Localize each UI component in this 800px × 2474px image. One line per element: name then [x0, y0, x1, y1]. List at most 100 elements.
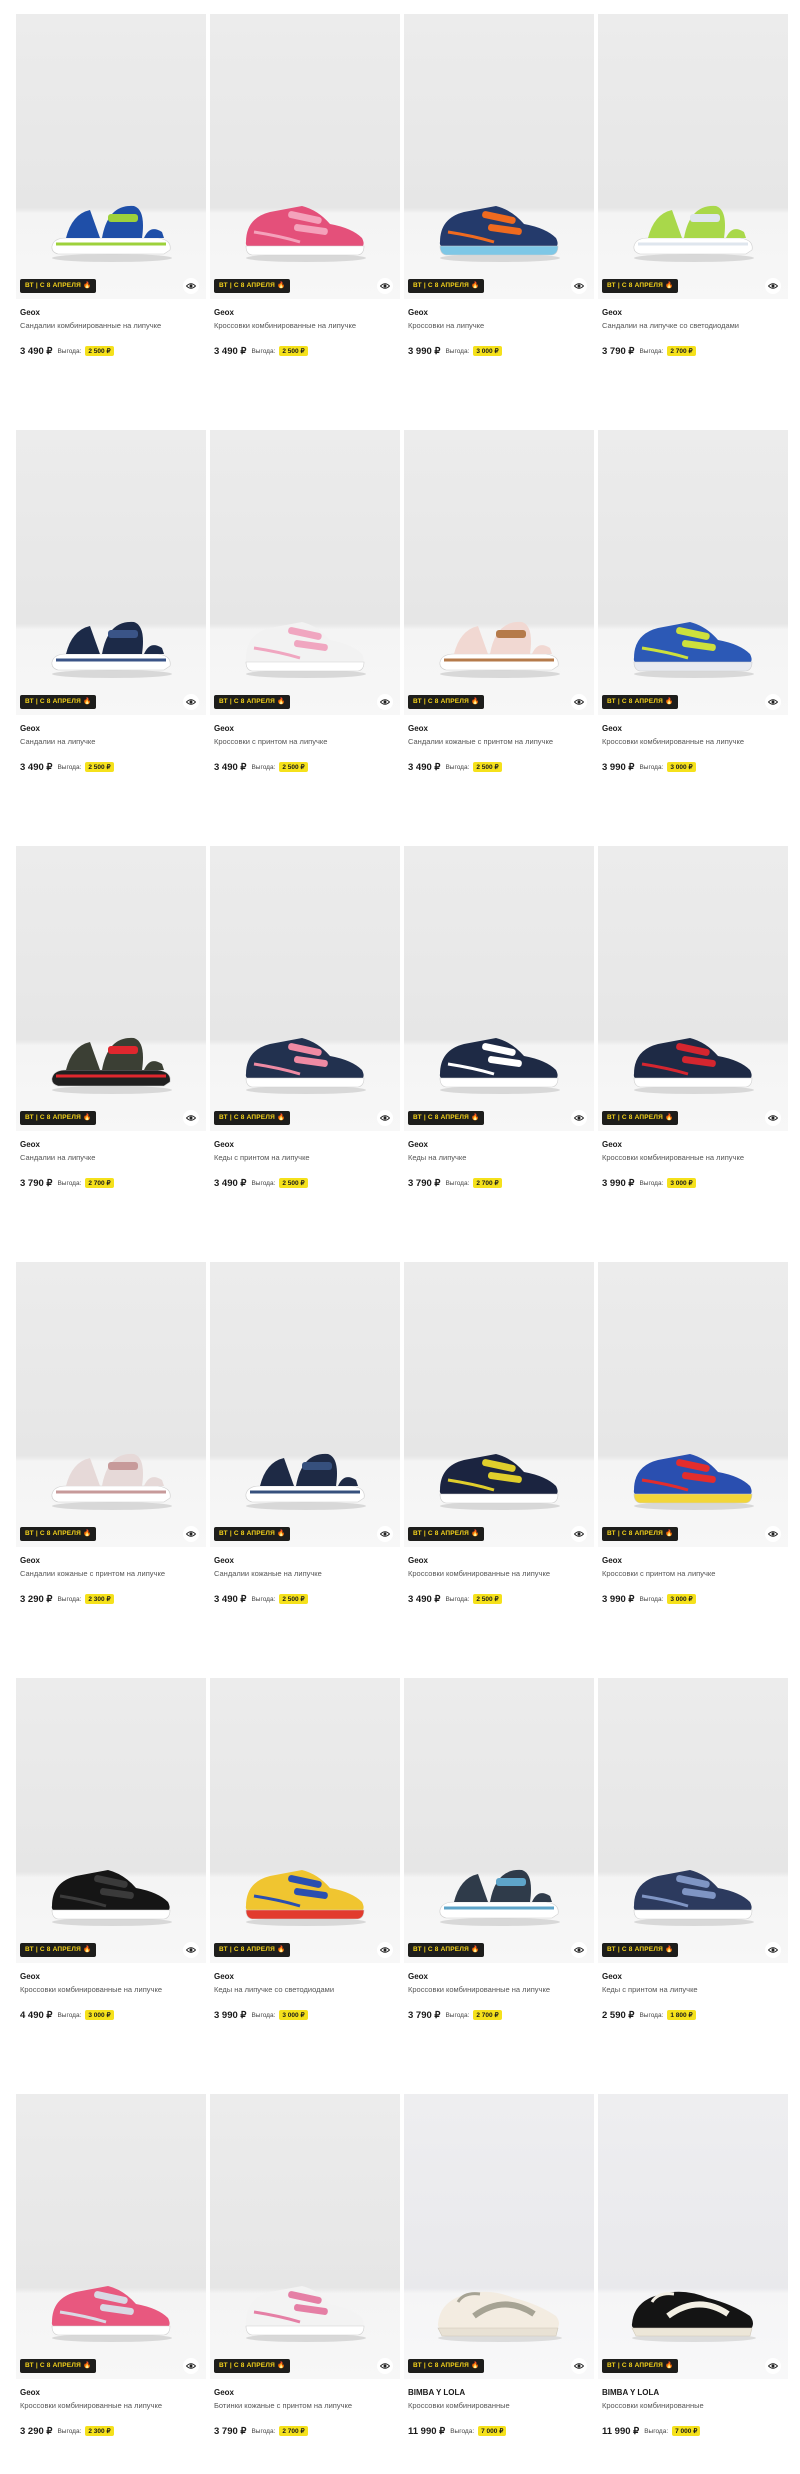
product-card[interactable]: ВТ | С 8 АПРЕЛЯ 🔥 BIMBA Y LOLA Кроссовки к… — [404, 2094, 594, 2474]
product-brand[interactable]: Geox — [214, 308, 234, 317]
product-card[interactable]: ВТ | С 8 АПРЕЛЯ 🔥 Geox Кроссовки с принтом… — [598, 1262, 788, 1678]
quick-view-eye-icon[interactable] — [377, 694, 393, 710]
product-card[interactable]: ВТ | С 8 АПРЕЛЯ 🔥 Geox Кроссовки комбиниро… — [16, 2094, 206, 2474]
quick-view-eye-icon[interactable] — [377, 1526, 393, 1542]
product-image[interactable]: ВТ | С 8 АПРЕЛЯ 🔥 — [16, 846, 206, 1131]
product-card[interactable]: ВТ | С 8 АПРЕЛЯ 🔥 Geox Сандалии кожаные с … — [16, 1262, 206, 1678]
product-brand[interactable]: Geox — [602, 308, 622, 317]
product-name[interactable]: Ботинки кожаные с принтом на липучке — [214, 2401, 352, 2410]
product-brand[interactable]: Geox — [602, 724, 622, 733]
product-brand[interactable]: Geox — [408, 724, 428, 733]
product-card[interactable]: ВТ | С 8 АПРЕЛЯ 🔥 Geox Кеды с принтом на л… — [598, 1678, 788, 2094]
quick-view-eye-icon[interactable] — [377, 278, 393, 294]
quick-view-eye-icon[interactable] — [571, 694, 587, 710]
quick-view-eye-icon[interactable] — [765, 694, 781, 710]
product-card[interactable]: ВТ | С 8 АПРЕЛЯ 🔥 Geox Кроссовки комбиниро… — [598, 430, 788, 846]
product-card[interactable]: ВТ | С 8 АПРЕЛЯ 🔥 Geox Кеды на липучке 3 79… — [404, 846, 594, 1262]
product-name[interactable]: Кеды на липучке — [408, 1153, 466, 1162]
product-brand[interactable]: Geox — [20, 1972, 40, 1981]
product-card[interactable]: ВТ | С 8 АПРЕЛЯ 🔥 Geox Кеды с принтом на л… — [210, 846, 400, 1262]
product-image[interactable]: ВТ | С 8 АПРЕЛЯ 🔥 — [210, 430, 400, 715]
product-name[interactable]: Кеды с принтом на липучке — [214, 1153, 310, 1162]
product-card[interactable]: ВТ | С 8 АПРЕЛЯ 🔥 Geox Сандалии на липучке… — [16, 846, 206, 1262]
product-image[interactable]: ВТ | С 8 АПРЕЛЯ 🔥 — [598, 846, 788, 1131]
product-image[interactable]: ВТ | С 8 АПРЕЛЯ 🔥 — [210, 1262, 400, 1547]
product-brand[interactable]: Geox — [214, 724, 234, 733]
product-image[interactable]: ВТ | С 8 АПРЕЛЯ 🔥 — [598, 2094, 788, 2379]
product-card[interactable]: ВТ | С 8 АПРЕЛЯ 🔥 Geox Сандалии кожаные на… — [210, 1262, 400, 1678]
product-brand[interactable]: Geox — [214, 1140, 234, 1149]
product-image[interactable]: ВТ | С 8 АПРЕЛЯ 🔥 — [404, 430, 594, 715]
quick-view-eye-icon[interactable] — [571, 1942, 587, 1958]
product-name[interactable]: Сандалии на липучке со светодиодами — [602, 321, 739, 330]
quick-view-eye-icon[interactable] — [765, 1526, 781, 1542]
quick-view-eye-icon[interactable] — [571, 1526, 587, 1542]
product-image[interactable]: ВТ | С 8 АПРЕЛЯ 🔥 — [598, 430, 788, 715]
product-brand[interactable]: Geox — [408, 308, 428, 317]
product-name[interactable]: Кроссовки комбинированные на липучке — [20, 2401, 162, 2410]
product-name[interactable]: Кроссовки с принтом на липучке — [214, 737, 327, 746]
product-brand[interactable]: Geox — [408, 1140, 428, 1149]
product-card[interactable]: ВТ | С 8 АПРЕЛЯ 🔥 Geox Кроссовки с принтом… — [210, 430, 400, 846]
product-image[interactable]: ВТ | С 8 АПРЕЛЯ 🔥 — [598, 14, 788, 299]
quick-view-eye-icon[interactable] — [765, 1110, 781, 1126]
quick-view-eye-icon[interactable] — [765, 278, 781, 294]
product-brand[interactable]: Geox — [20, 308, 40, 317]
product-brand[interactable]: Geox — [602, 1140, 622, 1149]
product-image[interactable]: ВТ | С 8 АПРЕЛЯ 🔥 — [210, 2094, 400, 2379]
product-name[interactable]: Кроссовки комбинированные на липучке — [214, 321, 356, 330]
product-name[interactable]: Кроссовки комбинированные — [602, 2401, 704, 2410]
product-card[interactable]: ВТ | С 8 АПРЕЛЯ 🔥 Geox Ботинки кожаные с п… — [210, 2094, 400, 2474]
quick-view-eye-icon[interactable] — [571, 1110, 587, 1126]
product-brand[interactable]: Geox — [20, 1556, 40, 1565]
product-image[interactable]: ВТ | С 8 АПРЕЛЯ 🔥 — [210, 1678, 400, 1963]
quick-view-eye-icon[interactable] — [765, 2358, 781, 2374]
product-card[interactable]: ВТ | С 8 АПРЕЛЯ 🔥 Geox Сандалии комбиниров… — [16, 14, 206, 430]
product-image[interactable]: ВТ | С 8 АПРЕЛЯ 🔥 — [598, 1678, 788, 1963]
quick-view-eye-icon[interactable] — [183, 1110, 199, 1126]
product-brand[interactable]: Geox — [408, 1556, 428, 1565]
product-card[interactable]: ВТ | С 8 АПРЕЛЯ 🔥 Geox Кроссовки комбиниро… — [210, 14, 400, 430]
product-name[interactable]: Сандалии кожаные с принтом на липучке — [408, 737, 553, 746]
product-name[interactable]: Кеды с принтом на липучке — [602, 1985, 698, 1994]
product-image[interactable]: ВТ | С 8 АПРЕЛЯ 🔥 — [404, 1262, 594, 1547]
product-card[interactable]: ВТ | С 8 АПРЕЛЯ 🔥 Geox Кроссовки комбиниро… — [404, 1262, 594, 1678]
product-name[interactable]: Кроссовки комбинированные на липучке — [20, 1985, 162, 1994]
product-image[interactable]: ВТ | С 8 АПРЕЛЯ 🔥 — [210, 14, 400, 299]
product-brand[interactable]: Geox — [214, 2388, 234, 2397]
quick-view-eye-icon[interactable] — [765, 1942, 781, 1958]
product-card[interactable]: ВТ | С 8 АПРЕЛЯ 🔥 Geox Кроссовки комбиниро… — [404, 1678, 594, 2094]
product-image[interactable]: ВТ | С 8 АПРЕЛЯ 🔥 — [16, 430, 206, 715]
quick-view-eye-icon[interactable] — [377, 2358, 393, 2374]
quick-view-eye-icon[interactable] — [571, 278, 587, 294]
product-image[interactable]: ВТ | С 8 АПРЕЛЯ 🔥 — [16, 14, 206, 299]
product-name[interactable]: Кроссовки с принтом на липучке — [602, 1569, 715, 1578]
product-brand[interactable]: Geox — [20, 2388, 40, 2397]
product-image[interactable]: ВТ | С 8 АПРЕЛЯ 🔥 — [16, 1678, 206, 1963]
quick-view-eye-icon[interactable] — [183, 1526, 199, 1542]
product-image[interactable]: ВТ | С 8 АПРЕЛЯ 🔥 — [404, 2094, 594, 2379]
product-name[interactable]: Кроссовки комбинированные на липучке — [408, 1569, 550, 1578]
product-card[interactable]: ВТ | С 8 АПРЕЛЯ 🔥 BIMBA Y LOLA Кроссовки к… — [598, 2094, 788, 2474]
product-name[interactable]: Сандалии на липучке — [20, 1153, 95, 1162]
product-card[interactable]: ВТ | С 8 АПРЕЛЯ 🔥 Geox Сандалии на липучке… — [16, 430, 206, 846]
product-name[interactable]: Сандалии на липучке — [20, 737, 95, 746]
product-name[interactable]: Кроссовки на липучке — [408, 321, 484, 330]
product-card[interactable]: ВТ | С 8 АПРЕЛЯ 🔥 Geox Кроссовки комбиниро… — [16, 1678, 206, 2094]
product-name[interactable]: Кроссовки комбинированные на липучке — [602, 737, 744, 746]
product-name[interactable]: Кеды на липучке со светодиодами — [214, 1985, 334, 1994]
quick-view-eye-icon[interactable] — [377, 1110, 393, 1126]
product-name[interactable]: Сандалии кожаные с принтом на липучке — [20, 1569, 165, 1578]
product-card[interactable]: ВТ | С 8 АПРЕЛЯ 🔥 Geox Сандалии кожаные с … — [404, 430, 594, 846]
product-card[interactable]: ВТ | С 8 АПРЕЛЯ 🔥 Geox Кроссовки на липучк… — [404, 14, 594, 430]
product-brand[interactable]: BIMBA Y LOLA — [602, 2388, 659, 2397]
product-image[interactable]: ВТ | С 8 АПРЕЛЯ 🔥 — [16, 1262, 206, 1547]
product-image[interactable]: ВТ | С 8 АПРЕЛЯ 🔥 — [404, 846, 594, 1131]
product-brand[interactable]: Geox — [408, 1972, 428, 1981]
product-image[interactable]: ВТ | С 8 АПРЕЛЯ 🔥 — [404, 14, 594, 299]
product-card[interactable]: ВТ | С 8 АПРЕЛЯ 🔥 Geox Кеды на липучке со … — [210, 1678, 400, 2094]
product-image[interactable]: ВТ | С 8 АПРЕЛЯ 🔥 — [404, 1678, 594, 1963]
quick-view-eye-icon[interactable] — [183, 2358, 199, 2374]
quick-view-eye-icon[interactable] — [377, 1942, 393, 1958]
product-name[interactable]: Кроссовки комбинированные — [408, 2401, 510, 2410]
